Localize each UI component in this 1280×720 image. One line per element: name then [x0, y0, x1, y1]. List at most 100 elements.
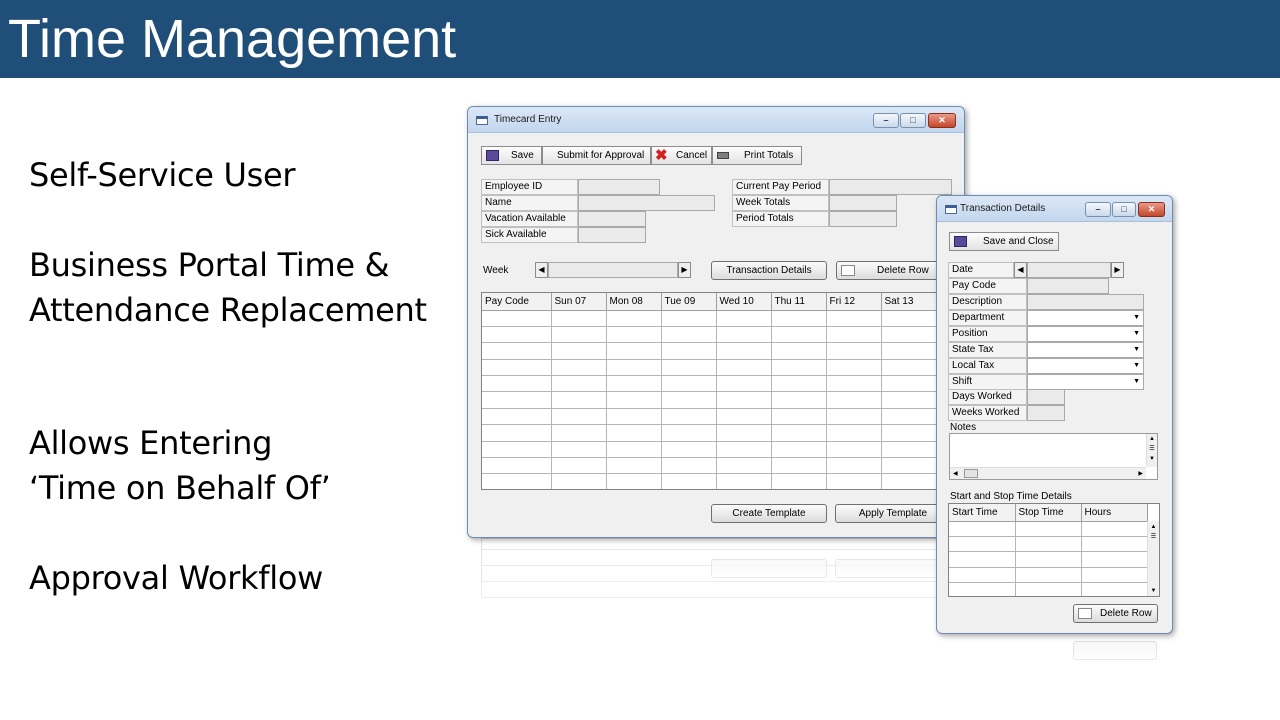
table-row[interactable] [482, 424, 946, 442]
table-cell[interactable] [482, 408, 552, 426]
table-cell[interactable] [716, 391, 772, 409]
table-cell[interactable] [482, 375, 552, 393]
table-cell[interactable] [716, 473, 772, 489]
table-cell[interactable] [826, 408, 882, 426]
table-cell[interactable] [826, 310, 882, 327]
table-cell[interactable] [949, 521, 1016, 537]
table-cell[interactable] [1081, 536, 1148, 553]
table-cell[interactable] [482, 391, 552, 409]
table-row[interactable] [482, 326, 946, 344]
table-cell[interactable] [771, 441, 827, 459]
table-cell[interactable] [826, 457, 882, 475]
table-cell[interactable] [826, 359, 882, 377]
timecard-column-header[interactable]: Sun 07 [551, 293, 607, 311]
table-cell[interactable] [826, 342, 882, 360]
table-cell[interactable] [606, 391, 662, 409]
notes-textarea[interactable]: ▲ ☰ ▼ ◀ ▶ [949, 433, 1158, 480]
table-cell[interactable] [551, 326, 607, 344]
submit-for-approval-button[interactable]: Submit for Approval [542, 146, 651, 165]
table-cell[interactable] [1081, 582, 1148, 596]
table-cell[interactable] [551, 391, 607, 409]
save-button[interactable]: Save [481, 146, 542, 165]
table-cell[interactable] [661, 457, 717, 475]
table-cell[interactable] [716, 342, 772, 360]
timecard-grid[interactable]: Pay Code Sun 07 Mon 08 Tue 09 Wed 10 Thu 11 Fr… [481, 292, 947, 490]
scroll-thumb[interactable] [964, 469, 978, 478]
table-cell[interactable] [1015, 582, 1082, 596]
employee-id-field[interactable] [578, 179, 660, 195]
close-button[interactable]: ✕ [928, 113, 956, 128]
table-cell[interactable] [771, 473, 827, 489]
table-cell[interactable] [606, 342, 662, 360]
table-row[interactable] [482, 359, 946, 377]
create-template-button[interactable]: Create Template [711, 504, 827, 523]
table-cell[interactable] [606, 359, 662, 377]
maximize-button[interactable]: □ [1112, 202, 1136, 217]
week-field[interactable] [548, 262, 678, 278]
transaction-details-button[interactable]: Transaction Details [711, 261, 827, 280]
print-totals-button[interactable]: Print Totals [712, 146, 802, 165]
table-cell[interactable] [771, 424, 827, 442]
table-cell[interactable] [716, 424, 772, 442]
start-stop-column-header[interactable]: Start Time [949, 504, 1016, 522]
table-cell[interactable] [826, 473, 882, 489]
table-cell[interactable] [482, 424, 552, 442]
table-cell[interactable] [606, 408, 662, 426]
table-cell[interactable] [482, 473, 552, 489]
table-cell[interactable] [826, 424, 882, 442]
timecard-column-header[interactable]: Thu 11 [771, 293, 827, 311]
table-row[interactable] [482, 473, 946, 489]
table-cell[interactable] [716, 375, 772, 393]
notes-vertical-scrollbar[interactable]: ▲ ☰ ▼ [1146, 434, 1157, 467]
date-prev-button[interactable]: ◀ [1014, 262, 1027, 278]
date-field[interactable] [1027, 262, 1111, 278]
table-cell[interactable] [661, 326, 717, 344]
table-cell[interactable] [606, 375, 662, 393]
timecard-column-header[interactable]: Tue 09 [661, 293, 717, 311]
table-row[interactable] [482, 441, 946, 459]
table-cell[interactable] [826, 375, 882, 393]
table-cell[interactable] [661, 441, 717, 459]
state-tax-select[interactable]: ▼ [1027, 342, 1144, 358]
timecard-column-header[interactable]: Mon 08 [606, 293, 662, 311]
week-next-button[interactable]: ▶ [678, 262, 691, 278]
table-cell[interactable] [606, 441, 662, 459]
table-cell[interactable] [551, 408, 607, 426]
table-row[interactable] [482, 457, 946, 475]
start-stop-column-header[interactable]: Hours [1081, 504, 1148, 522]
table-cell[interactable] [1081, 551, 1148, 568]
table-cell[interactable] [482, 342, 552, 360]
table-row[interactable] [949, 536, 1148, 553]
table-row[interactable] [482, 342, 946, 360]
table-cell[interactable] [551, 359, 607, 377]
timecard-column-header[interactable]: Wed 10 [716, 293, 772, 311]
table-cell[interactable] [771, 391, 827, 409]
table-cell[interactable] [1015, 536, 1082, 553]
table-row[interactable] [949, 521, 1148, 537]
table-cell[interactable] [716, 408, 772, 426]
table-cell[interactable] [551, 375, 607, 393]
table-cell[interactable] [661, 473, 717, 489]
table-cell[interactable] [606, 310, 662, 327]
delete-row-button[interactable]: Delete Row [1073, 604, 1158, 623]
table-cell[interactable] [771, 310, 827, 327]
table-cell[interactable] [1015, 567, 1082, 584]
table-cell[interactable] [826, 391, 882, 409]
table-row[interactable] [482, 408, 946, 426]
department-select[interactable]: ▼ [1027, 310, 1144, 326]
table-cell[interactable] [716, 457, 772, 475]
table-cell[interactable] [482, 326, 552, 344]
table-cell[interactable] [949, 582, 1016, 596]
table-cell[interactable] [716, 326, 772, 344]
table-cell[interactable] [716, 441, 772, 459]
pay-code-field[interactable] [1027, 278, 1109, 294]
table-cell[interactable] [826, 441, 882, 459]
position-select[interactable]: ▼ [1027, 326, 1144, 342]
date-next-button[interactable]: ▶ [1111, 262, 1124, 278]
table-cell[interactable] [606, 457, 662, 475]
table-cell[interactable] [949, 536, 1016, 553]
start-stop-scrollbar[interactable]: ▲ ☰ ▼ [1147, 521, 1159, 596]
maximize-button[interactable]: □ [900, 113, 926, 128]
cancel-button[interactable]: ✖ Cancel [651, 146, 712, 165]
table-cell[interactable] [661, 391, 717, 409]
